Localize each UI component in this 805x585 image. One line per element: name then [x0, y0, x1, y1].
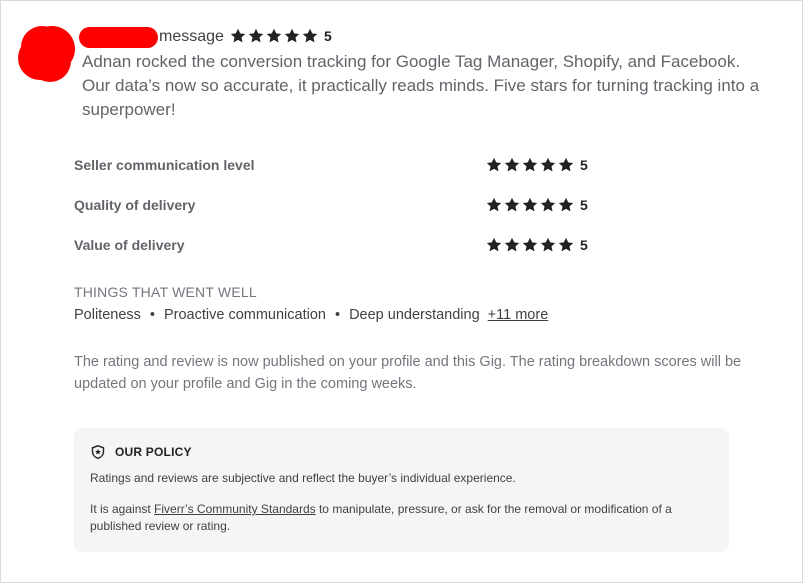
tag-separator: •: [149, 307, 155, 323]
policy-box: OUR POLICY Ratings and reviews are subje…: [74, 428, 729, 552]
star-icon: [558, 237, 574, 253]
tag-politeness: Politeness: [74, 307, 141, 323]
star-icon: [248, 28, 264, 44]
star-icon: [558, 157, 574, 173]
star-icon: [522, 197, 538, 213]
policy-title: OUR POLICY: [115, 445, 192, 459]
avatar: [21, 28, 71, 78]
star-icon: [486, 197, 502, 213]
rating-score: 5: [324, 28, 332, 44]
tag-deep-understanding: Deep understanding: [349, 307, 480, 323]
star-icon: [522, 237, 538, 253]
message-label: message: [159, 28, 224, 45]
policy-text-1: Ratings and reviews are subjective and r…: [90, 471, 516, 485]
breakdown-score: 5: [580, 157, 588, 173]
breakdown-rating-value: 5: [486, 237, 588, 253]
star-icon: [540, 237, 556, 253]
star-icon: [522, 157, 538, 173]
star-icon: [558, 197, 574, 213]
breakdown-rating-communication: 5: [486, 157, 588, 173]
community-standards-link[interactable]: Fiverr’s Community Standards: [154, 502, 316, 516]
policy-text-2-before: It is against: [90, 502, 155, 516]
went-well-tags: Politeness • Proactive communication • D…: [74, 307, 548, 323]
star-icon: [540, 197, 556, 213]
star-icon: [540, 157, 556, 173]
star-icon: [266, 28, 282, 44]
breakdown-label-value: Value of delivery: [74, 237, 185, 253]
review-rating: 5: [230, 28, 332, 44]
star-icon: [504, 237, 520, 253]
policy-text-2: It is against Fiverr’s Community Standar…: [90, 501, 720, 535]
star-icon: [230, 28, 246, 44]
breakdown-rating-quality: 5: [486, 197, 588, 213]
policy-header: OUR POLICY: [91, 445, 192, 460]
review-text: Adnan rocked the conversion tracking for…: [82, 52, 760, 119]
more-tags-link[interactable]: +11 more: [488, 307, 549, 323]
breakdown-score: 5: [580, 197, 588, 213]
star-icon: [504, 157, 520, 173]
publish-notice: The rating and review is now published o…: [74, 354, 742, 392]
shield-star-icon: [91, 445, 105, 460]
star-icon: [302, 28, 318, 44]
redacted-username: [79, 27, 158, 48]
star-icon: [486, 157, 502, 173]
went-well-title: THINGS THAT WENT WELL: [74, 284, 257, 300]
star-icon: [284, 28, 300, 44]
breakdown-label-quality: Quality of delivery: [74, 197, 196, 213]
breakdown-score: 5: [580, 237, 588, 253]
tag-proactive-communication: Proactive communication: [163, 307, 326, 323]
tag-separator: •: [334, 307, 341, 323]
star-icon: [504, 197, 520, 213]
star-icon: [486, 237, 502, 253]
breakdown-label-communication: Seller communication level: [74, 157, 255, 173]
